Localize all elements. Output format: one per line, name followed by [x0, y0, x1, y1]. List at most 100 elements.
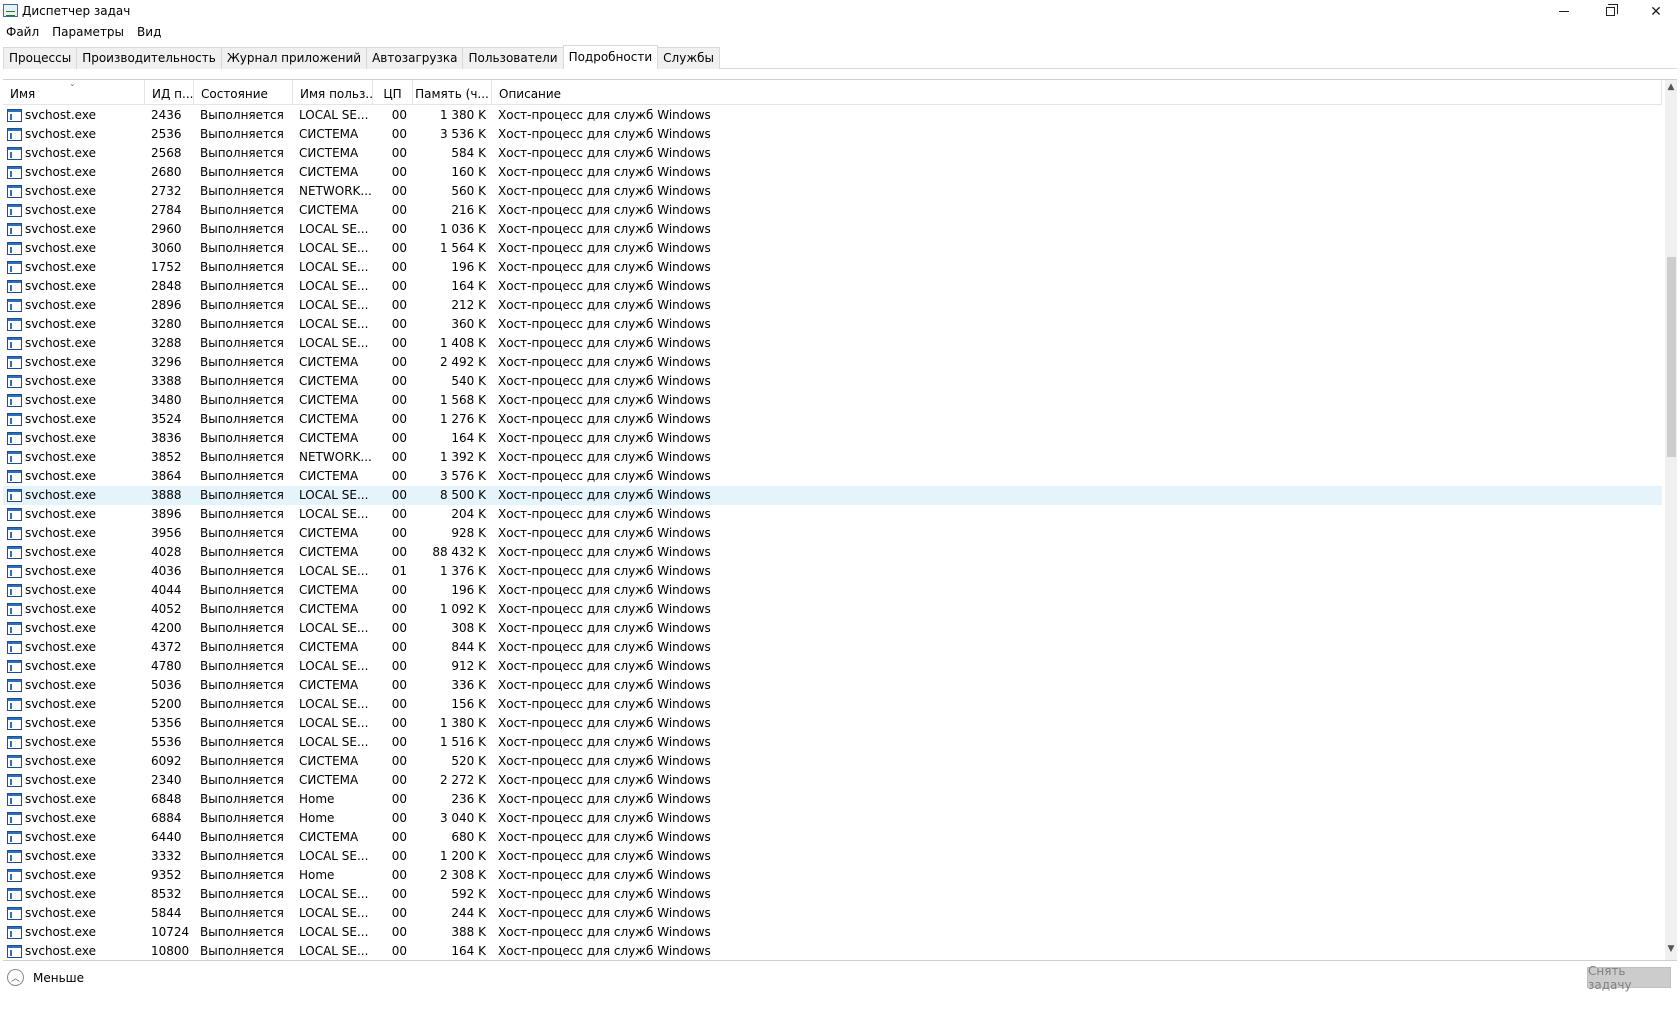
table-row[interactable]: svchost.exe 3896 Выполняется LOCAL SE... 00 2… — [3, 505, 1662, 524]
column-header-pid[interactable]: ИД п... — [145, 80, 194, 105]
table-row[interactable]: svchost.exe 10800 Выполняется LOCAL SE... 00… — [3, 942, 1662, 960]
process-user: СИСТЕМА — [299, 165, 359, 179]
table-row[interactable]: svchost.exe 6440 Выполняется СИСТЕМА 00 680 K… — [3, 828, 1662, 847]
table-row[interactable]: svchost.exe 3524 Выполняется СИСТЕМА 00 1 276… — [3, 410, 1662, 429]
table-row[interactable]: svchost.exe 2896 Выполняется LOCAL SE... 00 2… — [3, 296, 1662, 315]
table-row[interactable]: svchost.exe 2784 Выполняется СИСТЕМА 00 216 K… — [3, 201, 1662, 220]
table-row[interactable]: svchost.exe 5036 Выполняется СИСТЕМА 00 336 K… — [3, 676, 1662, 695]
tab-1[interactable]: Производительность — [76, 47, 222, 69]
process-name-cell: svchost.exe — [3, 771, 145, 790]
table-row[interactable]: svchost.exe 6848 Выполняется Home 00 236 K Хос… — [3, 790, 1662, 809]
scroll-up-icon[interactable]: ▲ — [1665, 82, 1677, 96]
table-row[interactable]: svchost.exe 3060 Выполняется LOCAL SE... 00 1… — [3, 239, 1662, 258]
table-row[interactable]: svchost.exe 4200 Выполняется LOCAL SE... 00 3… — [3, 619, 1662, 638]
process-user: LOCAL SE... — [299, 564, 369, 578]
column-header-memory[interactable]: Память (ч... — [413, 80, 492, 105]
process-user: LOCAL SE... — [299, 621, 369, 635]
process-name-cell: svchost.exe — [3, 524, 145, 543]
service-host-icon — [7, 831, 22, 844]
table-row[interactable]: svchost.exe 3280 Выполняется LOCAL SE... 00 3… — [3, 315, 1662, 334]
table-row[interactable]: svchost.exe 2680 Выполняется СИСТЕМА 00 160 K… — [3, 163, 1662, 182]
process-state: Выполняется — [200, 526, 284, 540]
table-row[interactable]: svchost.exe 3288 Выполняется LOCAL SE... 00 1… — [3, 334, 1662, 353]
vertical-scrollbar[interactable]: ▲ ▼ — [1665, 80, 1677, 960]
process-cpu: 00 — [391, 165, 407, 179]
table-row[interactable]: svchost.exe 9352 Выполняется Home 00 2 308 K Х… — [3, 866, 1662, 885]
process-name: svchost.exe — [25, 184, 96, 198]
table-row[interactable]: svchost.exe 3332 Выполняется LOCAL SE... 00 1… — [3, 847, 1662, 866]
tab-3[interactable]: Автозагрузка — [366, 47, 464, 69]
column-header-state[interactable]: Состояние — [194, 80, 293, 105]
tab-2[interactable]: Журнал приложений — [220, 47, 368, 69]
restore-button[interactable] — [1587, 0, 1633, 23]
table-row[interactable]: svchost.exe 1752 Выполняется LOCAL SE... 00 1… — [3, 258, 1662, 277]
table-row[interactable]: svchost.exe 3888 Выполняется LOCAL SE... 00 8… — [3, 486, 1662, 505]
table-row[interactable]: svchost.exe 3836 Выполняется СИСТЕМА 00 164 K… — [3, 429, 1662, 448]
table-row[interactable]: svchost.exe 3296 Выполняется СИСТЕМА 00 2 492… — [3, 353, 1662, 372]
table-row[interactable]: svchost.exe 2436 Выполняется LOCAL SE... 00 1… — [3, 106, 1662, 125]
table-row[interactable]: svchost.exe 4052 Выполняется СИСТЕМА 00 1 092… — [3, 600, 1662, 619]
column-header-name[interactable]: ⌄ Имя — [3, 80, 145, 105]
process-state: Выполняется — [200, 355, 284, 369]
table-row[interactable]: svchost.exe 5844 Выполняется LOCAL SE... 00 2… — [3, 904, 1662, 923]
close-button[interactable]: ✕ — [1633, 0, 1679, 23]
column-header-cpu[interactable]: ЦП — [373, 80, 413, 105]
table-row[interactable]: svchost.exe 2340 Выполняется СИСТЕМА 00 2 272… — [3, 771, 1662, 790]
table-row[interactable]: svchost.exe 4780 Выполняется LOCAL SE... 00 9… — [3, 657, 1662, 676]
service-host-icon — [7, 204, 22, 217]
table-row[interactable]: svchost.exe 5200 Выполняется LOCAL SE... 00 1… — [3, 695, 1662, 714]
column-header-description[interactable]: Описание — [492, 80, 1662, 105]
scroll-down-icon[interactable]: ▼ — [1665, 944, 1677, 958]
process-name-cell: svchost.exe — [3, 277, 145, 296]
tab-5[interactable]: Подробности — [562, 45, 659, 69]
menu-options[interactable]: Параметры — [46, 23, 131, 42]
process-memory: 1 380 K — [439, 716, 486, 730]
process-memory: 1 276 K — [439, 412, 486, 426]
process-name: svchost.exe — [25, 317, 96, 331]
end-task-button[interactable]: Снять задачу — [1587, 964, 1671, 992]
process-name: svchost.exe — [25, 773, 96, 787]
table-row[interactable]: svchost.exe 10724 Выполняется LOCAL SE... 00… — [3, 923, 1662, 942]
table-row[interactable]: svchost.exe 4044 Выполняется СИСТЕМА 00 196 K… — [3, 581, 1662, 600]
table-row[interactable]: svchost.exe 4372 Выполняется СИСТЕМА 00 844 K… — [3, 638, 1662, 657]
process-cpu: 00 — [391, 735, 407, 749]
process-user: NETWORK... — [299, 184, 372, 198]
table-row[interactable]: svchost.exe 3480 Выполняется СИСТЕМА 00 1 568… — [3, 391, 1662, 410]
table-row[interactable]: svchost.exe 2732 Выполняется NETWORK... 00 56… — [3, 182, 1662, 201]
column-header-user[interactable]: Имя польз... — [293, 80, 373, 105]
table-row[interactable]: svchost.exe 2848 Выполняется LOCAL SE... 00 1… — [3, 277, 1662, 296]
process-state: Выполняется — [200, 868, 284, 882]
process-memory: 196 K — [451, 583, 486, 597]
process-name-cell: svchost.exe — [3, 144, 145, 163]
tab-0[interactable]: Процессы — [3, 47, 78, 69]
tab-4[interactable]: Пользователи — [462, 47, 564, 69]
table-row[interactable]: svchost.exe 3864 Выполняется СИСТЕМА 00 3 576… — [3, 467, 1662, 486]
process-user: СИСТЕМА — [299, 526, 359, 540]
process-name-cell: svchost.exe — [3, 904, 145, 923]
table-row[interactable]: svchost.exe 2960 Выполняется LOCAL SE... 00 1… — [3, 220, 1662, 239]
table-row[interactable]: svchost.exe 6092 Выполняется СИСТЕМА 00 520 K… — [3, 752, 1662, 771]
table-row[interactable]: svchost.exe 5536 Выполняется LOCAL SE... 00 1… — [3, 733, 1662, 752]
minimize-button[interactable] — [1541, 0, 1587, 23]
table-row[interactable]: svchost.exe 8532 Выполняется LOCAL SE... 00 5… — [3, 885, 1662, 904]
process-description: Хост-процесс для служб Windows — [498, 488, 711, 502]
table-row[interactable]: svchost.exe 3852 Выполняется NETWORK... 00 1 … — [3, 448, 1662, 467]
table-row[interactable]: svchost.exe 3388 Выполняется СИСТЕМА 00 540 K… — [3, 372, 1662, 391]
process-name-cell: svchost.exe — [3, 733, 145, 752]
process-description: Хост-процесс для служб Windows — [498, 735, 711, 749]
table-row[interactable]: svchost.exe 3956 Выполняется СИСТЕМА 00 928 K… — [3, 524, 1662, 543]
menu-file[interactable]: Файл — [0, 23, 46, 42]
process-cpu: 00 — [391, 469, 407, 483]
table-row[interactable]: svchost.exe 2536 Выполняется СИСТЕМА 00 3 536… — [3, 125, 1662, 144]
table-row[interactable]: svchost.exe 4036 Выполняется LOCAL SE... 01 1… — [3, 562, 1662, 581]
table-row[interactable]: svchost.exe 2568 Выполняется СИСТЕМА 00 584 K… — [3, 144, 1662, 163]
process-pid: 3956 — [151, 526, 182, 540]
table-row[interactable]: svchost.exe 4028 Выполняется СИСТЕМА 00 88 43… — [3, 543, 1662, 562]
menu-view[interactable]: Вид — [131, 23, 168, 42]
table-row[interactable]: svchost.exe 5356 Выполняется LOCAL SE... 00 1… — [3, 714, 1662, 733]
process-description: Хост-процесс для служб Windows — [498, 906, 711, 920]
scroll-thumb[interactable] — [1667, 257, 1676, 457]
fewer-details-button[interactable]: ︿ Меньше — [7, 969, 84, 986]
tab-6[interactable]: Службы — [657, 47, 721, 69]
table-row[interactable]: svchost.exe 6884 Выполняется Home 00 3 040 K Х… — [3, 809, 1662, 828]
